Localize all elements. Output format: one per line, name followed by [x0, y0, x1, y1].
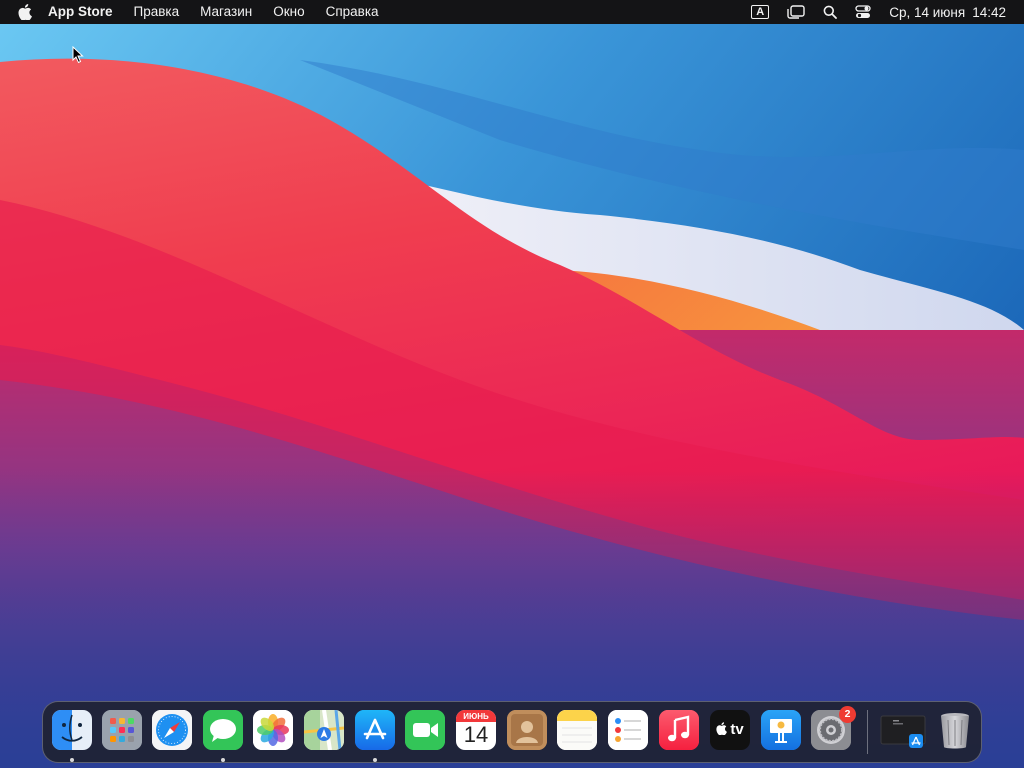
dock-facetime[interactable]: [405, 710, 445, 750]
mouse-pointer-icon: [72, 46, 84, 64]
menu-time: 14:42: [972, 4, 1006, 20]
menu-store[interactable]: Магазин: [200, 0, 252, 24]
facetime-icon: [405, 710, 445, 750]
menu-help[interactable]: Справка: [326, 0, 379, 24]
messages-icon: [203, 710, 243, 750]
input-source-label: A: [751, 5, 770, 19]
dock-calendar[interactable]: ИЮНЬ 14: [456, 710, 496, 750]
stage-manager-icon[interactable]: [787, 5, 805, 19]
dock-finder[interactable]: [52, 710, 92, 750]
dock-maps[interactable]: [304, 710, 344, 750]
menu-date: Ср, 14 июня: [889, 4, 966, 20]
menu-window[interactable]: Окно: [273, 0, 304, 24]
recent-window-icon: [880, 715, 926, 748]
contacts-icon: [507, 710, 547, 750]
launchpad-icon: [102, 710, 142, 750]
desktop-wallpaper: [0, 0, 1024, 768]
music-icon: [659, 710, 699, 750]
menu-app-name[interactable]: App Store: [48, 0, 113, 24]
menu-edit[interactable]: Правка: [134, 0, 180, 24]
photos-icon: [253, 710, 293, 750]
running-indicator: [221, 758, 225, 762]
control-center-icon[interactable]: [855, 5, 871, 19]
notification-badge: 2: [839, 706, 856, 723]
apple-menu-icon[interactable]: [18, 4, 32, 20]
dock-safari[interactable]: [152, 710, 192, 750]
keynote-icon: [761, 710, 801, 750]
dock-tv[interactable]: tv: [710, 710, 750, 750]
trash-icon: [941, 713, 969, 749]
dock-trash[interactable]: [935, 710, 975, 750]
input-source-icon[interactable]: A: [751, 5, 770, 19]
dock-reminders[interactable]: [608, 710, 648, 750]
running-indicator: [373, 758, 377, 762]
menu-clock[interactable]: Ср, 14 июня 14:42: [889, 5, 1006, 20]
reminders-icon: [608, 710, 648, 750]
maps-icon: [304, 710, 344, 750]
dock-photos[interactable]: [253, 710, 293, 750]
tv-label: tv: [730, 721, 744, 738]
dock-notes[interactable]: [557, 710, 597, 750]
dock-launchpad[interactable]: [102, 710, 142, 750]
menu-bar: App Store Правка Магазин Окно Справка A …: [0, 0, 1024, 24]
safari-icon: [152, 710, 192, 750]
dock-music[interactable]: [659, 710, 699, 750]
calendar-month: ИЮНЬ: [463, 712, 489, 721]
running-indicator: [70, 758, 74, 762]
calendar-day: 14: [463, 722, 489, 747]
app-store-icon: [355, 710, 395, 750]
dock-recent-window[interactable]: [879, 710, 929, 750]
dock-contacts[interactable]: [507, 710, 547, 750]
dock: ИЮНЬ 14 tv 2: [42, 701, 982, 763]
dock-keynote[interactable]: [761, 710, 801, 750]
dock-messages[interactable]: [203, 710, 243, 750]
spotlight-search-icon[interactable]: [823, 5, 838, 19]
dock-app-store[interactable]: [355, 710, 395, 750]
dock-separator: [867, 710, 868, 754]
finder-icon: [52, 710, 92, 750]
notes-icon: [557, 710, 597, 750]
